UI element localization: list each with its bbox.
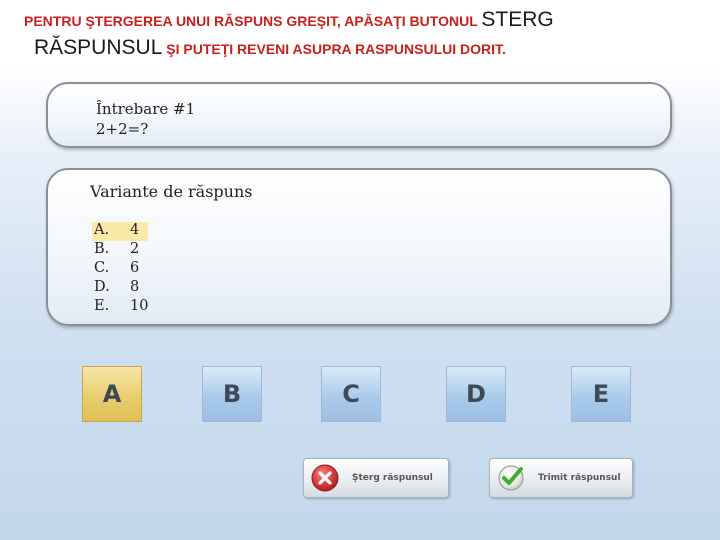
- option-letter: E.: [94, 298, 110, 314]
- option-value: 6: [130, 260, 140, 276]
- quiz-screen: Întrebare #1 2+2=? Variante de răspuns A…: [0, 66, 720, 540]
- option-e[interactable]: E. 10: [92, 298, 148, 317]
- answer-button-b[interactable]: B: [202, 366, 262, 422]
- instruction-banner: PENTRU ŞTERGEREA UNUI RĂSPUNS GREŞIT, AP…: [0, 0, 720, 66]
- option-letter: B.: [94, 241, 110, 257]
- check-circle-icon: [496, 463, 526, 493]
- delete-answer-button[interactable]: Şterg răspunsul: [303, 458, 449, 498]
- answer-button-e[interactable]: E: [571, 366, 631, 422]
- option-letter: D.: [94, 279, 110, 295]
- options-list: A. 4 B. 2 C. 6 D. 8 E. 10: [92, 222, 148, 317]
- option-a[interactable]: A. 4: [92, 222, 148, 241]
- option-value: 8: [130, 279, 140, 295]
- instruction-line-1-red: PENTRU ŞTERGEREA UNUI RĂSPUNS GREŞIT, AP…: [24, 13, 478, 29]
- question-title: Întrebare #1: [96, 100, 196, 118]
- option-value: 2: [130, 241, 140, 257]
- instruction-line-2-red: ŞI PUTEŢI REVENI ASUPRA RASPUNSULUI DORI…: [166, 41, 506, 57]
- submit-answer-label: Trimit răspunsul: [538, 473, 621, 483]
- options-panel: Variante de răspuns A. 4 B. 2 C. 6 D. 8 …: [46, 168, 672, 326]
- option-letter: A.: [94, 222, 110, 238]
- close-circle-icon: [310, 463, 340, 493]
- question-panel: Întrebare #1 2+2=?: [46, 82, 672, 148]
- delete-answer-label: Şterg răspunsul: [352, 473, 433, 483]
- instruction-line-1: PENTRU ŞTERGEREA UNUI RĂSPUNS GREŞIT, AP…: [24, 8, 714, 32]
- option-letter: C.: [94, 260, 110, 276]
- option-d[interactable]: D. 8: [92, 279, 148, 298]
- instruction-line-2-black: RĂSPUNSUL: [34, 36, 163, 59]
- option-value: 4: [130, 222, 140, 238]
- question-text: 2+2=?: [96, 120, 149, 138]
- option-value: 10: [130, 298, 149, 314]
- answer-button-d[interactable]: D: [446, 366, 506, 422]
- option-b[interactable]: B. 2: [92, 241, 148, 260]
- submit-answer-button[interactable]: Trimit răspunsul: [489, 458, 633, 498]
- answer-button-c[interactable]: C: [321, 366, 381, 422]
- answer-button-a[interactable]: A: [82, 366, 142, 422]
- options-title: Variante de răspuns: [90, 182, 253, 201]
- instruction-line-1-black: STERG: [481, 8, 554, 31]
- option-c[interactable]: C. 6: [92, 260, 148, 279]
- instruction-line-2: RĂSPUNSUL ŞI PUTEŢI REVENI ASUPRA RASPUN…: [34, 36, 714, 60]
